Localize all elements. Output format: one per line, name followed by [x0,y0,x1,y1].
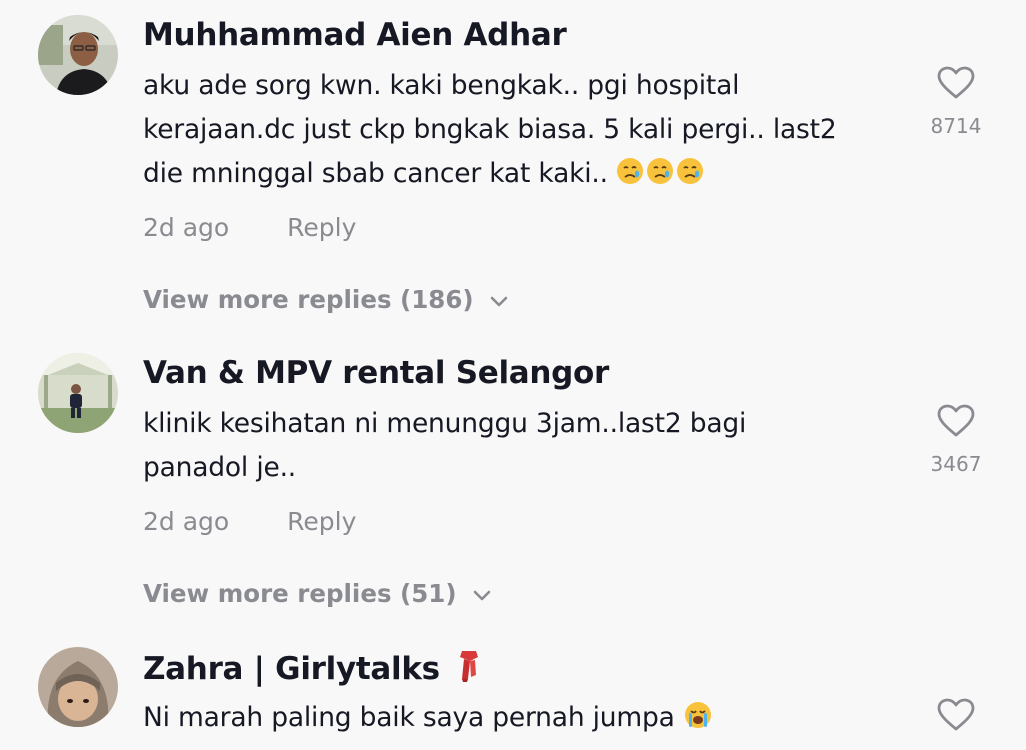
comment-username[interactable]: Zahra | Girlytalks [143,649,482,691]
view-more-replies-label: View more replies (186) [143,285,474,314]
avatar-image [38,647,118,727]
comment-text-segment: Ni marah paling baik saya pernah jumpa [143,702,675,733]
like-count: 8714 [930,114,982,138]
comments-list: Muhhammad Aien Adhar aku ade sorg kwn. k… [0,0,1026,750]
avatar[interactable] [38,647,118,727]
comment-text-line: kerajaan.dc just ckp bngkak biasa. 5 kal… [143,114,837,145]
reply-button[interactable]: Reply [287,213,356,242]
comment-username[interactable]: Van & MPV rental Selangor [143,355,609,391]
comment-username-text: Zahra | Girlytalks [143,651,440,687]
comment-meta: 2d ago Reply [143,213,356,242]
comment-text-line: die mninggal sbab cancer kat kaki.. [143,152,903,200]
heart-icon[interactable] [916,698,996,736]
avatar-image [38,353,118,433]
comment-text-line: klinik kesihatan ni menunggu 3jam..last2… [143,408,747,439]
comment-username[interactable]: Muhhammad Aien Adhar [143,17,567,53]
heart-icon[interactable] [916,404,996,442]
crying-face-icon [616,156,704,200]
scarf-icon [456,649,482,691]
comment-text: klinik kesihatan ni menunggu 3jam..last2… [143,402,903,490]
comment-text: Ni marah paling baik saya pernah jumpa [143,696,903,744]
avatar[interactable] [38,353,118,433]
avatar[interactable] [38,15,118,95]
like-count: 3467 [930,452,982,476]
comment-timestamp: 2d ago [143,213,230,242]
like-control [916,698,996,736]
comment-text: aku ade sorg kwn. kaki bengkak.. pgi hos… [143,64,903,200]
comment-timestamp: 2d ago [143,507,230,536]
loudly-crying-face-icon [683,700,713,744]
reply-button[interactable]: Reply [287,507,356,536]
chevron-down-icon [473,579,491,608]
view-more-replies-button[interactable]: View more replies (186) [143,285,508,314]
chevron-down-icon [490,285,508,314]
comment-text-line: Ni marah paling baik saya pernah jumpa [143,696,903,744]
view-more-replies-label: View more replies (51) [143,579,457,608]
like-control: 3467 [916,404,996,476]
comment-text-line: panadol je.. [143,452,297,483]
view-more-replies-button[interactable]: View more replies (51) [143,579,491,608]
avatar-image [38,15,118,95]
heart-icon[interactable] [916,66,996,104]
comment-meta: 2d ago Reply [143,507,356,536]
comment-text-segment: die mninggal sbab cancer kat kaki.. [143,158,608,189]
like-control: 8714 [916,66,996,138]
comment-text-line: aku ade sorg kwn. kaki bengkak.. pgi hos… [143,70,740,101]
